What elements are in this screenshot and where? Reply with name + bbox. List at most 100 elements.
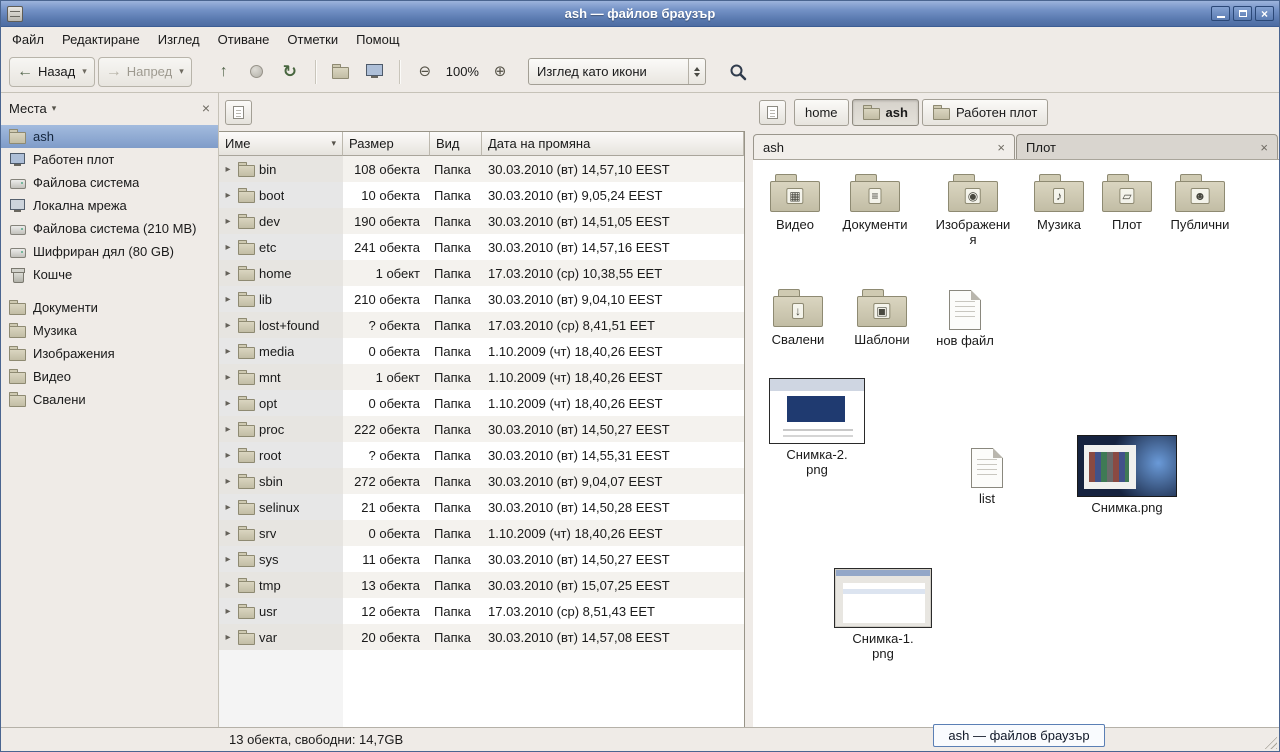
places-item[interactable]: Свалени <box>1 388 218 411</box>
places-item[interactable]: Изображения <box>1 342 218 365</box>
menu-item[interactable]: Редактиране <box>53 30 149 49</box>
up-button[interactable]: ↑ <box>209 57 239 87</box>
file-row[interactable]: ▸ root ? обекта Папка 30.03.2010 (вт) 14… <box>219 442 744 468</box>
expander-icon[interactable]: ▸ <box>222 424 234 435</box>
icon-view-item[interactable]: нов файл <box>925 290 1005 348</box>
menu-item[interactable]: Файл <box>3 30 53 49</box>
expander-icon[interactable]: ▸ <box>222 268 234 279</box>
places-item[interactable]: Музика <box>1 319 218 342</box>
file-row[interactable]: ▸ srv 0 обекта Папка 1.10.2009 (чт) 18,4… <box>219 520 744 546</box>
expander-icon[interactable]: ▸ <box>222 476 234 487</box>
expander-icon[interactable]: ▸ <box>222 190 234 201</box>
icon-view-item[interactable]: ☻ Публични <box>1160 172 1240 232</box>
expander-icon[interactable]: ▸ <box>222 216 234 227</box>
location-toggle-button[interactable] <box>759 100 786 125</box>
tab-close-icon[interactable]: × <box>997 140 1005 155</box>
expander-icon[interactable]: ▸ <box>222 294 234 305</box>
expander-icon[interactable]: ▸ <box>222 580 234 591</box>
places-item[interactable]: Файлова система (210 MB) <box>1 217 218 240</box>
places-item[interactable]: Файлова система <box>1 171 218 194</box>
places-item[interactable]: Локална мрежа <box>1 194 218 217</box>
places-item[interactable]: Шифриран дял (80 GB) <box>1 240 218 263</box>
places-close-icon[interactable]: × <box>202 100 210 116</box>
file-row[interactable]: ▸ lib 210 обекта Папка 30.03.2010 (вт) 9… <box>219 286 744 312</box>
expander-icon[interactable]: ▸ <box>222 606 234 617</box>
icon-view-item[interactable]: ↓ Свалени <box>758 287 838 347</box>
file-row[interactable]: ▸ tmp 13 обекта Папка 30.03.2010 (вт) 15… <box>219 572 744 598</box>
titlebar[interactable]: ash — файлов браузър × <box>1 1 1279 27</box>
reload-button[interactable]: ↻ <box>275 57 305 87</box>
tab-close-icon[interactable]: × <box>1260 140 1268 155</box>
file-row[interactable]: ▸ usr 12 обекта Папка 17.03.2010 (ср) 8,… <box>219 598 744 624</box>
column-header-size[interactable]: Размер <box>343 132 430 156</box>
menu-item[interactable]: Отиване <box>209 30 279 49</box>
icon-view-item[interactable]: list <box>947 448 1027 506</box>
pathbar-button[interactable]: Работен плот <box>922 99 1048 126</box>
file-row[interactable]: ▸ sys 11 обекта Папка 30.03.2010 (вт) 14… <box>219 546 744 572</box>
file-row[interactable]: ▸ mnt 1 обект Папка 1.10.2009 (чт) 18,40… <box>219 364 744 390</box>
expander-icon[interactable]: ▸ <box>222 346 234 357</box>
icon-view-item[interactable]: Снимка-2.png <box>767 378 867 477</box>
file-row[interactable]: ▸ boot 10 обекта Папка 30.03.2010 (вт) 9… <box>219 182 744 208</box>
file-row[interactable]: ▸ selinux 21 обекта Папка 30.03.2010 (вт… <box>219 494 744 520</box>
icon-view-item[interactable]: ▱ Плот <box>1087 172 1167 232</box>
expander-icon[interactable]: ▸ <box>222 398 234 409</box>
location-toggle-button[interactable] <box>225 100 252 125</box>
expander-icon[interactable]: ▸ <box>222 450 234 461</box>
expander-icon[interactable]: ▸ <box>222 320 234 331</box>
zoom-out-button[interactable]: ⊖ <box>410 57 440 87</box>
back-history-dropdown-icon[interactable]: ▾ <box>82 66 87 77</box>
icon-view-item[interactable]: ▣ Шаблони <box>842 287 922 347</box>
file-row[interactable]: ▸ bin 108 обекта Папка 30.03.2010 (вт) 1… <box>219 156 744 182</box>
file-row[interactable]: ▸ var 20 обекта Папка 30.03.2010 (вт) 14… <box>219 624 744 650</box>
places-item[interactable]: Документи <box>1 296 218 319</box>
file-row[interactable]: ▸ dev 190 обекта Папка 30.03.2010 (вт) 1… <box>219 208 744 234</box>
file-row[interactable]: ▸ sbin 272 обекта Папка 30.03.2010 (вт) … <box>219 468 744 494</box>
places-item[interactable]: Кошче <box>1 263 218 286</box>
app-icon[interactable] <box>7 6 23 22</box>
expander-icon[interactable]: ▸ <box>222 632 234 643</box>
places-header[interactable]: Места ▾ × <box>1 93 218 123</box>
expander-icon[interactable]: ▸ <box>222 554 234 565</box>
forward-button[interactable]: → Напред ▾ <box>98 57 192 87</box>
search-button[interactable] <box>723 57 753 87</box>
resize-grip[interactable] <box>1263 735 1277 749</box>
expander-icon[interactable]: ▸ <box>222 242 234 253</box>
file-row[interactable]: ▸ media 0 обекта Папка 1.10.2009 (чт) 18… <box>219 338 744 364</box>
column-header-modified[interactable]: Дата на промяна <box>482 132 744 156</box>
pathbar-button[interactable]: ash <box>852 99 919 126</box>
icon-view-item[interactable]: Снимка-1.png <box>833 568 933 661</box>
places-item[interactable]: ash <box>1 125 218 148</box>
minimize-button[interactable] <box>1211 6 1230 21</box>
expander-icon[interactable]: ▸ <box>222 502 234 513</box>
stop-button[interactable] <box>242 57 272 87</box>
expander-icon[interactable]: ▸ <box>222 528 234 539</box>
icon-view-item[interactable]: ◉ Изображения <box>933 172 1013 247</box>
icon-view-item[interactable]: Снимка.png <box>1072 435 1182 515</box>
places-item[interactable]: Видео <box>1 365 218 388</box>
expander-icon[interactable]: ▸ <box>222 372 234 383</box>
menu-item[interactable]: Изглед <box>149 30 209 49</box>
menu-item[interactable]: Помощ <box>347 30 408 49</box>
places-item[interactable]: Работен плот <box>1 148 218 171</box>
file-row[interactable]: ▸ etc 241 обекта Папка 30.03.2010 (вт) 1… <box>219 234 744 260</box>
file-row[interactable]: ▸ lost+found ? обекта Папка 17.03.2010 (… <box>219 312 744 338</box>
file-row[interactable]: ▸ home 1 обект Папка 17.03.2010 (ср) 10,… <box>219 260 744 286</box>
tab[interactable]: ash × <box>753 134 1015 159</box>
icon-view-item[interactable]: ≡ Документи <box>835 172 915 232</box>
back-button[interactable]: ← Назад ▾ <box>9 57 95 87</box>
close-button[interactable]: × <box>1255 6 1274 21</box>
computer-button[interactable] <box>359 57 389 87</box>
menu-item[interactable]: Отметки <box>278 30 347 49</box>
column-header-name[interactable]: Име ▾ <box>219 132 343 156</box>
home-button[interactable] <box>326 57 356 87</box>
file-row[interactable]: ▸ opt 0 обекта Папка 1.10.2009 (чт) 18,4… <box>219 390 744 416</box>
column-header-type[interactable]: Вид <box>430 132 482 156</box>
maximize-button[interactable] <box>1233 6 1252 21</box>
zoom-in-button[interactable]: ⊕ <box>485 57 515 87</box>
icon-view-item[interactable]: ▦ Видео <box>755 172 835 232</box>
view-mode-select[interactable]: Изглед като икони <box>528 58 706 85</box>
pane-splitter[interactable] <box>745 93 753 727</box>
file-row[interactable]: ▸ proc 222 обекта Папка 30.03.2010 (вт) … <box>219 416 744 442</box>
expander-icon[interactable]: ▸ <box>222 164 234 175</box>
